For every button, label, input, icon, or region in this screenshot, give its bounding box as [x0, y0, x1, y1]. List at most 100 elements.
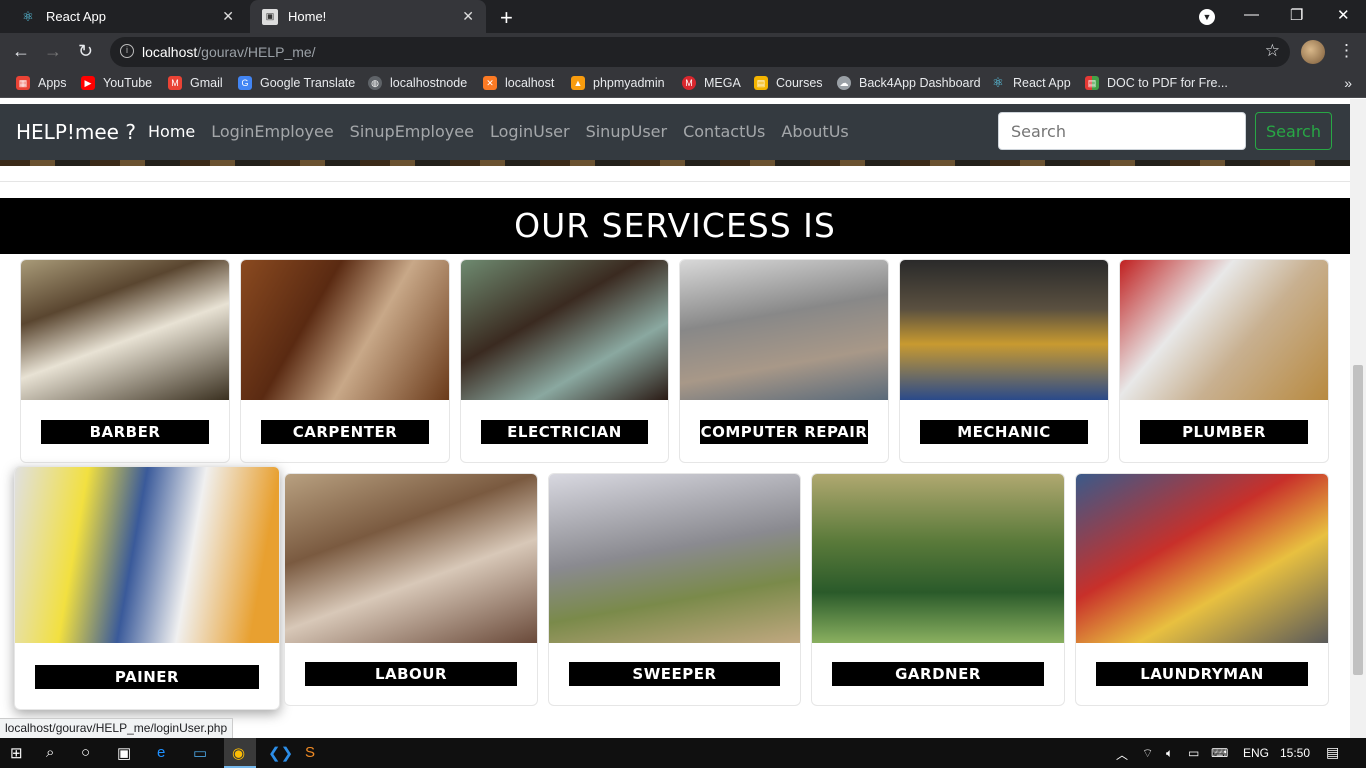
service-label: PAINER	[35, 665, 259, 689]
vscode-icon[interactable]: ❮❯	[268, 744, 293, 762]
sweeper-image	[549, 474, 800, 643]
bookmark-apps[interactable]: ▦ Apps	[16, 76, 67, 90]
gardner-image	[812, 474, 1064, 643]
react-icon: ⚛	[992, 75, 1004, 90]
service-label: LAUNDRYMAN	[1096, 662, 1308, 686]
barber-image	[21, 260, 229, 400]
service-label: GARDNER	[832, 662, 1044, 686]
tab-title: React App	[46, 9, 106, 24]
close-window-icon[interactable]: ✕	[1337, 6, 1350, 24]
service-card-carpenter[interactable]: CARPENTER	[240, 259, 450, 463]
bookmark-phpmyadmin[interactable]: ▲ phpmyadmin	[571, 76, 665, 90]
bookmark-google-translate[interactable]: G Google Translate	[238, 76, 355, 90]
sublime-text-icon[interactable]: S	[305, 744, 315, 761]
service-label: BARBER	[41, 420, 209, 444]
language-indicator[interactable]: ENG	[1243, 746, 1269, 760]
bookmark-label: localhostnode	[390, 76, 468, 90]
service-card-gardner[interactable]: GARDNER	[811, 473, 1065, 706]
nav-home[interactable]: Home	[148, 122, 195, 141]
electrician-image	[461, 260, 668, 400]
phpmyadmin-icon: ▲	[571, 76, 585, 90]
service-card-sweeper[interactable]: SWEEPER	[548, 473, 801, 706]
bookmark-localhost[interactable]: ✕ localhost	[483, 76, 554, 90]
file-explorer-icon[interactable]: ▭	[193, 744, 207, 762]
bookmark-courses[interactable]: ▤ Courses	[754, 76, 823, 90]
painter-image	[15, 467, 279, 643]
gmail-icon: M	[168, 76, 182, 90]
windows-taskbar: ⊞ ⌕ ○ ▣ e ▭ ◉ ❮❯ S ︿ ⌔ 🔈︎ ▭ ⌨ ENG 15:50 …	[0, 738, 1366, 768]
bookmark-gmail[interactable]: M Gmail	[168, 76, 223, 90]
service-card-electrician[interactable]: ELECTRICIAN	[460, 259, 669, 463]
nav-about-us[interactable]: AboutUs	[781, 122, 848, 141]
service-label: PLUMBER	[1140, 420, 1308, 444]
windows-start-icon[interactable]: ⊞	[10, 744, 23, 762]
info-icon[interactable]: i	[120, 44, 134, 58]
chrome-icon[interactable]: ◉	[232, 744, 245, 762]
courses-icon: ▤	[754, 76, 768, 90]
site-favicon-icon: ▣	[262, 8, 278, 25]
search-icon[interactable]: ⌕	[46, 744, 54, 761]
service-label: LABOUR	[305, 662, 517, 686]
close-tab-icon[interactable]: ✕	[222, 8, 234, 25]
search-input[interactable]	[998, 112, 1246, 150]
service-card-computer-repair[interactable]: COMPUTER REPAIR	[679, 259, 889, 463]
bookmark-back4app[interactable]: ☁ Back4App Dashboard	[837, 76, 981, 90]
new-tab-icon[interactable]: +	[500, 5, 513, 31]
computer-repair-image	[680, 260, 888, 400]
cortana-icon[interactable]: ○	[81, 744, 90, 761]
clock[interactable]: 15:50	[1280, 746, 1310, 760]
scrollbar-thumb[interactable]	[1353, 365, 1363, 675]
volume-icon[interactable]: 🔈︎	[1166, 746, 1173, 761]
link-status-bubble: localhost/gourav/HELP_me/loginUser.php	[0, 718, 234, 738]
service-label: COMPUTER REPAIR	[700, 420, 868, 444]
nav-contact-us[interactable]: ContactUs	[683, 122, 765, 141]
bookmark-youtube[interactable]: ▶ YouTube	[81, 76, 152, 90]
chevron-down-icon[interactable]: ▼	[1199, 9, 1215, 25]
edge-icon[interactable]: e	[157, 744, 165, 761]
bookmark-label: Apps	[38, 76, 67, 90]
mechanic-image	[900, 260, 1108, 400]
nav-signup-employee[interactable]: SinupEmployee	[350, 122, 474, 141]
service-card-mechanic[interactable]: MECHANIC	[899, 259, 1109, 463]
tab-home[interactable]: ▣ Home! ✕	[250, 0, 486, 33]
bookmark-react-app[interactable]: ⚛ React App	[991, 75, 1071, 90]
tab-react-app[interactable]: ⚛ React App ✕	[8, 0, 246, 33]
battery-icon[interactable]: ▭	[1188, 746, 1199, 760]
chevron-up-icon[interactable]: ︿	[1116, 746, 1128, 763]
kebab-menu-icon[interactable]: ⋮	[1338, 41, 1355, 61]
bookmark-localhostnode[interactable]: ◍ localhostnode	[368, 76, 467, 90]
bookmark-star-icon[interactable]: ☆	[1265, 41, 1280, 61]
minimize-icon[interactable]: —	[1244, 6, 1259, 23]
nav-login-user[interactable]: LoginUser	[490, 122, 570, 141]
service-card-plumber[interactable]: PLUMBER	[1119, 259, 1329, 463]
reload-icon[interactable]: ↻	[78, 41, 93, 62]
restore-icon[interactable]: ❐	[1290, 6, 1303, 24]
forward-arrow-icon[interactable]: →	[44, 41, 62, 62]
task-view-icon[interactable]: ▣	[117, 744, 131, 762]
search-button[interactable]: Search	[1255, 112, 1332, 150]
nav-login-employee[interactable]: LoginEmployee	[211, 122, 333, 141]
translate-icon: G	[238, 76, 252, 90]
bookmark-doc-to-pdf[interactable]: ▤ DOC to PDF for Fre...	[1085, 76, 1228, 90]
close-tab-icon[interactable]: ✕	[462, 8, 474, 25]
address-bar[interactable]: i localhost/gourav/HELP_me/ ☆	[110, 37, 1290, 67]
service-card-labour[interactable]: LABOUR	[284, 473, 538, 706]
back-arrow-icon[interactable]: ←	[12, 41, 30, 62]
profile-avatar[interactable]	[1301, 40, 1325, 64]
site-brand[interactable]: HELP!mee ?	[16, 120, 136, 144]
bookmark-mega[interactable]: M MEGA	[682, 76, 741, 90]
bookmark-label: localhost	[505, 76, 555, 90]
notifications-icon[interactable]: ▤	[1326, 744, 1339, 761]
wifi-icon[interactable]: ⌔	[1142, 746, 1153, 761]
service-card-painter[interactable]: PAINER	[14, 466, 280, 710]
doc-pdf-icon: ▤	[1085, 76, 1099, 90]
apps-grid-icon: ▦	[16, 76, 30, 90]
page-scrollbar[interactable]	[1350, 99, 1366, 738]
labour-image	[285, 474, 537, 643]
keyboard-icon[interactable]: ⌨	[1211, 746, 1228, 760]
service-card-laundryman[interactable]: LAUNDRYMAN	[1075, 473, 1329, 706]
more-bookmarks-icon[interactable]: »	[1344, 75, 1352, 91]
bookmark-label: phpmyadmin	[593, 76, 665, 90]
service-card-barber[interactable]: BARBER	[20, 259, 230, 463]
nav-signup-user[interactable]: SinupUser	[586, 122, 668, 141]
